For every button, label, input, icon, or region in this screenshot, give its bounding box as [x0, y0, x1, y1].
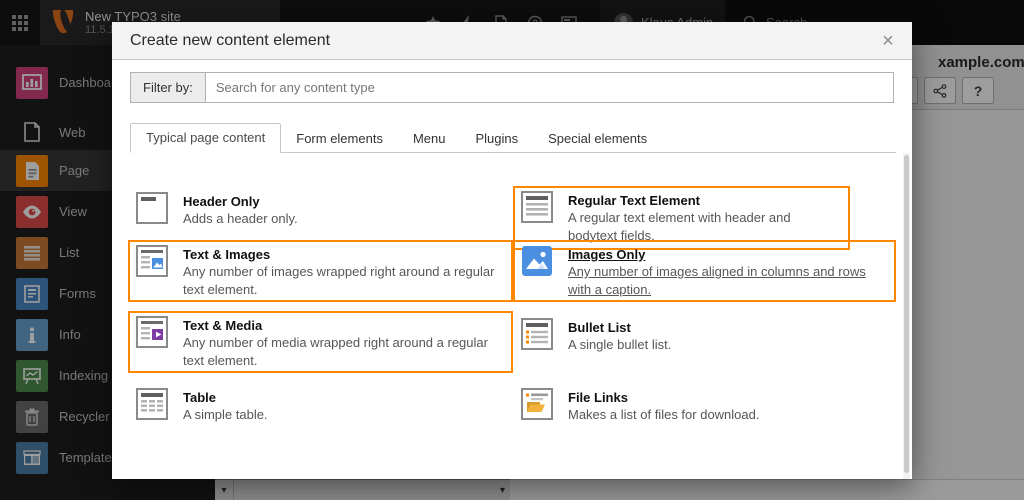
ce-title: Header Only	[183, 193, 298, 210]
ce-title: Text & Images	[183, 246, 505, 263]
ce-title: Text & Media	[183, 317, 505, 334]
ce-description: Adds a header only.	[183, 210, 298, 228]
ce-title: Bullet List	[568, 319, 671, 336]
ce-description: A simple table.	[183, 406, 268, 424]
ce-description: Makes a list of files for download.	[568, 406, 759, 424]
ce-item-text-images[interactable]: Text & Images Any number of images wrapp…	[128, 240, 513, 302]
table-icon	[136, 388, 168, 420]
close-icon[interactable]: ×	[874, 27, 902, 55]
typo3-backend: New TYPO3 site 11.5.1 ? Klaus Admin Sear…	[0, 0, 1024, 500]
ce-description: Any number of media wrapped right around…	[183, 334, 505, 370]
tab-plugins[interactable]: Plugins	[460, 125, 533, 153]
ce-item-table[interactable]: Table A simple table.	[128, 383, 513, 429]
ce-item-header-only[interactable]: Header Only Adds a header only.	[128, 187, 513, 233]
content-element-list: Header Only Adds a header only. Regular …	[112, 153, 912, 479]
ce-item-images-only[interactable]: Images Only Any number of images aligned…	[513, 240, 896, 302]
scrollbar-thumb[interactable]	[904, 155, 909, 473]
ce-title: Table	[183, 389, 268, 406]
text-images-icon	[136, 245, 168, 277]
regular-text-icon	[521, 191, 553, 223]
filter-group: Filter by:	[130, 72, 894, 103]
modal-header: Create new content element ×	[112, 22, 912, 60]
filter-label: Filter by:	[130, 72, 205, 103]
ce-description: A single bullet list.	[568, 336, 671, 354]
tab-menu[interactable]: Menu	[398, 125, 461, 153]
ce-title: Images Only	[568, 246, 888, 263]
ce-title: File Links	[568, 389, 759, 406]
modal-scrollbar[interactable]	[903, 153, 910, 479]
bullet-list-icon	[521, 318, 553, 350]
ce-description: Any number of images aligned in columns …	[568, 263, 888, 299]
file-links-icon	[521, 388, 553, 420]
search-input[interactable]	[205, 72, 894, 103]
tab-special-elements[interactable]: Special elements	[533, 125, 662, 153]
tab-typical-page-content[interactable]: Typical page content	[130, 123, 281, 153]
ce-title: Regular Text Element	[568, 192, 842, 209]
tab-bar: Typical page content Form elements Menu …	[130, 126, 896, 153]
modal-title: Create new content element	[130, 32, 330, 50]
ce-item-text-media[interactable]: Text & Media Any number of media wrapped…	[128, 311, 513, 373]
ce-description: Any number of images wrapped right aroun…	[183, 263, 505, 299]
tab-form-elements[interactable]: Form elements	[281, 125, 398, 153]
header-only-icon	[136, 192, 168, 224]
new-content-element-modal: Create new content element × Filter by: …	[112, 22, 912, 479]
ce-item-bullet-list[interactable]: Bullet List A single bullet list.	[513, 313, 896, 359]
text-media-icon	[136, 316, 168, 348]
images-only-icon	[521, 245, 553, 277]
ce-item-file-links[interactable]: File Links Makes a list of files for dow…	[513, 383, 896, 429]
